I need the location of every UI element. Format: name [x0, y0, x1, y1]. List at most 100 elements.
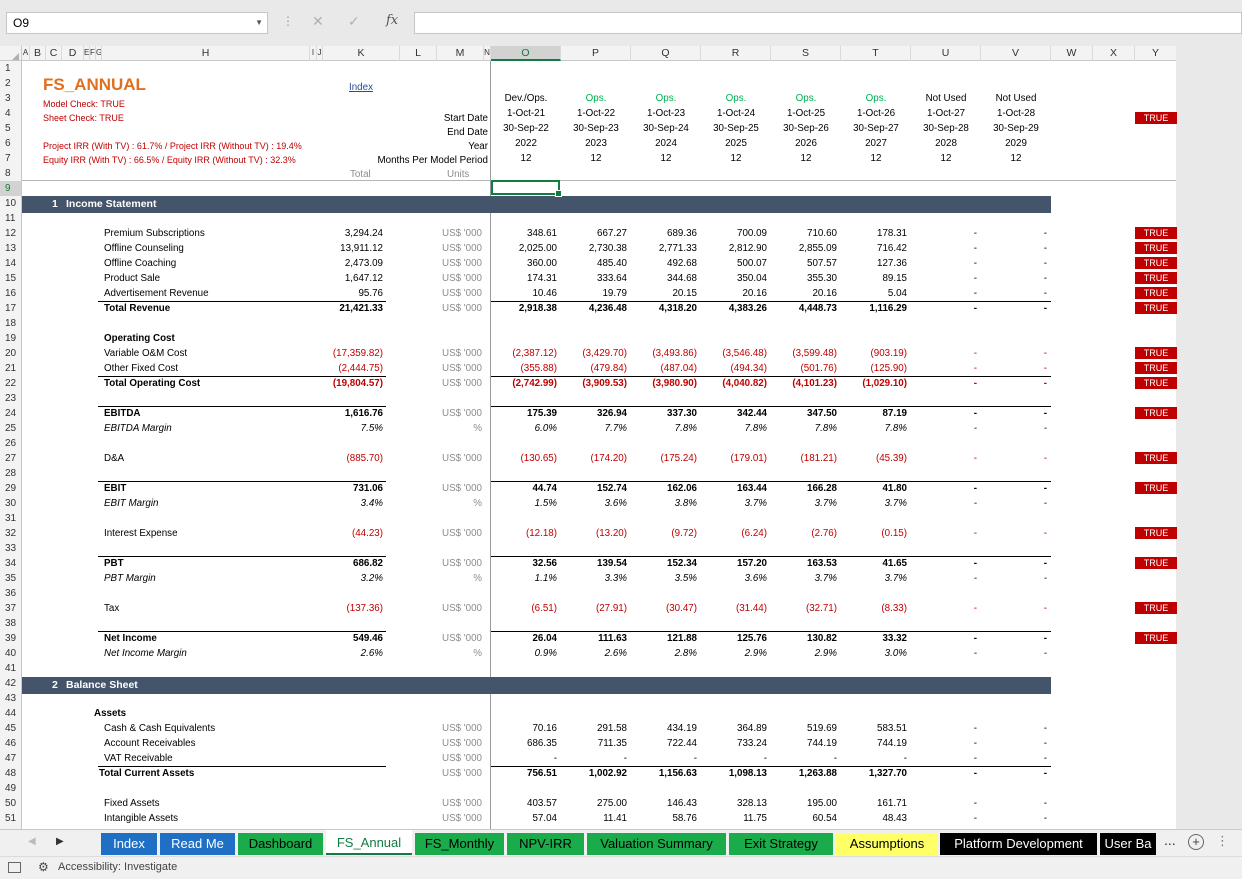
row-value: -: [973, 753, 977, 764]
row-value: 689.36: [667, 228, 697, 239]
project-irr: Project IRR (With TV) : 61.7% / Project …: [43, 141, 302, 151]
row-value: 10.46: [532, 288, 557, 299]
row-value: 3.7%: [814, 573, 837, 584]
selected-cell-o9[interactable]: [491, 180, 562, 197]
row-value: -: [1043, 498, 1047, 509]
row-label: Offline Coaching: [104, 258, 177, 269]
row-total: 1,647.12: [344, 273, 383, 284]
sheet-tab-assumptions[interactable]: Assumptions: [836, 833, 938, 855]
row-value: (125.90): [870, 363, 908, 374]
row-value: -: [973, 633, 977, 644]
row-value: 162.06: [667, 483, 697, 494]
period-phase: Ops.: [655, 93, 677, 104]
row-value: 32.56: [532, 558, 557, 569]
row-value: 3.5%: [674, 573, 697, 584]
period-end: 30-Sep-23: [573, 123, 619, 134]
row-label: Assets: [94, 708, 127, 719]
more-tabs-icon[interactable]: ...: [1164, 832, 1176, 848]
row-value: -: [1043, 738, 1047, 749]
scroll-left-icon[interactable]: ◀: [28, 836, 36, 847]
row-value: 130.82: [807, 633, 837, 644]
scroll-right-icon[interactable]: ▶: [56, 836, 64, 847]
row-value: 275.00: [597, 798, 627, 809]
row-value: 4,318.20: [658, 303, 697, 314]
row-value: 89.15: [882, 273, 907, 284]
row-unit: US$ '000: [442, 753, 482, 764]
sheet-tab-read-me[interactable]: Read Me: [160, 833, 235, 855]
row-value: (31.44): [735, 603, 767, 614]
sheet-tab-npv-irr[interactable]: NPV-IRR: [507, 833, 584, 855]
period-start: 1-Oct-25: [786, 108, 826, 119]
sheet-tab-exit-strategy[interactable]: Exit Strategy: [729, 833, 833, 855]
row-value: 2,730.38: [588, 243, 627, 254]
period-phase: Not Used: [995, 93, 1037, 104]
row-value: -: [973, 363, 977, 374]
row-value: (12.18): [525, 528, 557, 539]
sheet-view-icon[interactable]: [8, 862, 21, 873]
row-total: 3.4%: [360, 498, 383, 509]
row-total: 3,294.24: [344, 228, 383, 239]
status-bar: ⚙ Accessibility: Investigate: [0, 856, 1242, 879]
index-link[interactable]: Index: [349, 82, 373, 93]
period-months: 12: [800, 153, 812, 164]
row-value: 1,263.88: [798, 768, 837, 779]
period-start: 1-Oct-27: [926, 108, 966, 119]
row-value: -: [973, 243, 977, 254]
period-end: 30-Sep-26: [783, 123, 829, 134]
row-value: 175.39: [527, 408, 557, 419]
equity-irr: Equity IRR (With TV) : 66.5% / Equity IR…: [43, 155, 296, 165]
accessibility-icon[interactable]: ⚙: [38, 860, 49, 874]
row-unit: US$ '000: [442, 288, 482, 299]
row-value: 57.04: [532, 813, 557, 824]
row-value: -: [1043, 378, 1047, 389]
worksheet-grid: FS_ANNUAL Index Model Check: TRUE Sheet …: [0, 0, 1242, 829]
row-value: -: [973, 303, 977, 314]
row-value: (2.76): [811, 528, 837, 539]
row-value: 700.09: [737, 228, 767, 239]
period-year: 2023: [585, 138, 607, 149]
row-value: 19.79: [602, 288, 627, 299]
sheet-tab-dashboard[interactable]: Dashboard: [238, 833, 323, 855]
row-value: 485.40: [597, 258, 627, 269]
row-value: 291.58: [597, 723, 627, 734]
row-value: (9.72): [671, 528, 697, 539]
sheet-tab-valuation-summary[interactable]: Valuation Summary: [587, 833, 726, 855]
period-year: 2026: [795, 138, 817, 149]
row-label: Total Current Assets: [99, 768, 195, 779]
row-label: Other Fixed Cost: [104, 363, 179, 374]
row-label: Account Receivables: [104, 738, 196, 749]
period-start: 1-Oct-23: [646, 108, 686, 119]
row-total: 549.46: [353, 633, 383, 644]
accessibility-status[interactable]: Accessibility: Investigate: [58, 861, 177, 873]
row-value: 11.41: [603, 813, 627, 824]
subtotal-rule: [491, 631, 1051, 632]
tab-split-handle-icon[interactable]: ⋮: [1216, 833, 1229, 849]
period-start: 1-Oct-26: [856, 108, 896, 119]
period-phase: Ops.: [865, 93, 887, 104]
period-end: 30-Sep-25: [713, 123, 759, 134]
row-value: (4,101.23): [792, 378, 837, 389]
row-value: 0.9%: [534, 648, 557, 659]
row-label: Tax: [104, 603, 120, 614]
row-value: 434.19: [667, 723, 697, 734]
row-value: 1,098.13: [728, 768, 767, 779]
sheet-tab-fs-annual[interactable]: FS_Annual: [326, 830, 412, 855]
sheet-tab-user-ba[interactable]: User Ba: [1100, 833, 1156, 855]
row-label: Net Income: [104, 633, 157, 644]
row-label: EBIT: [104, 483, 127, 494]
row-value: -: [973, 528, 977, 539]
row-value: 70.16: [532, 723, 557, 734]
sheet-tab-fs-monthly[interactable]: FS_Monthly: [415, 833, 504, 855]
row-label: Fixed Assets: [104, 798, 160, 809]
row-unit: US$ '000: [442, 738, 482, 749]
row-unit: US$ '000: [442, 363, 482, 374]
sheet-tab-bar: ◀ ▶ ... + ⋮ Index Read Me Dashboard FS_Annu…: [0, 829, 1242, 856]
check-true-flag: TRUE: [1135, 557, 1177, 569]
sheet-tab-platform-development[interactable]: Platform Development: [940, 833, 1097, 855]
row-unit: US$ '000: [442, 258, 482, 269]
row-value: 2,855.09: [798, 243, 837, 254]
check-true-flag: TRUE: [1135, 377, 1177, 389]
add-sheet-icon[interactable]: +: [1188, 834, 1204, 850]
sheet-tab-index[interactable]: Index: [101, 833, 157, 855]
row-value: 163.44: [737, 483, 767, 494]
